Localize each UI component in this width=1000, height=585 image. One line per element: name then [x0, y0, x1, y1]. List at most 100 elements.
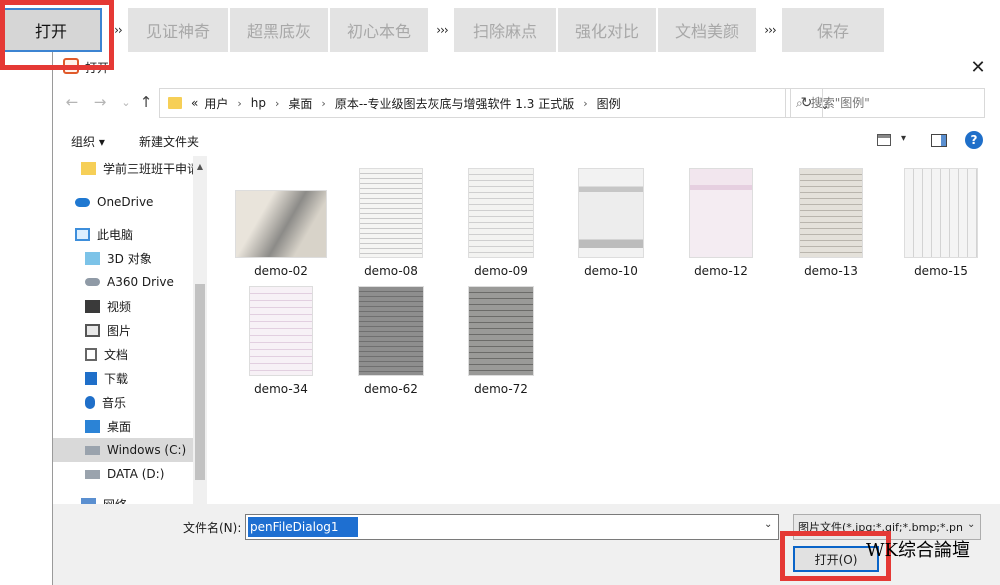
view-options-icon[interactable]	[877, 134, 891, 146]
breadcrumb-separator-icon[interactable]: ›	[583, 97, 587, 110]
navigation-row: ← → ⌄ ↑ « 用户 › hp › 桌面 › 原本--专业级图去灰底与增强软…	[53, 86, 1000, 118]
more-icon[interactable]: ›››	[758, 8, 782, 52]
breadcrumb-app-folder[interactable]: 原本--专业级图去灰底与增强软件 1.3 正式版	[335, 95, 574, 112]
file-item[interactable]: demo-08	[341, 168, 441, 284]
nav-item-label: 学前三班班干申请	[103, 161, 200, 176]
chevron-down-icon[interactable]: ⌄	[764, 519, 772, 530]
nav-item-onedrive[interactable]: OneDrive	[75, 190, 211, 214]
help-icon[interactable]: ?	[965, 131, 983, 149]
filename-input[interactable]	[248, 517, 358, 537]
breadcrumb-overflow[interactable]: «	[191, 96, 198, 110]
forward-button[interactable]: →	[89, 90, 111, 114]
file-name: demo-10	[584, 264, 638, 278]
file-item[interactable]: demo-02	[231, 168, 331, 284]
file-thumbnail	[468, 286, 534, 376]
file-thumbnail	[468, 168, 534, 258]
file-thumbnail	[904, 168, 978, 258]
close-button[interactable]: ✕	[961, 54, 995, 80]
nav-scrollbar[interactable]: ▲ ▼	[193, 156, 207, 552]
nav-item-label: 3D 对象	[107, 251, 152, 266]
picture-icon	[85, 323, 100, 337]
search-input[interactable]	[810, 96, 961, 110]
cloud-icon	[75, 197, 90, 207]
app-toolbar: 打开 ››› 见证神奇 超黑底灰 初心本色 ››› 扫除麻点 强化对比 文档美颜…	[0, 0, 1000, 52]
up-button[interactable]: ↑	[135, 90, 157, 114]
organize-button[interactable]: 组织 ▾	[71, 133, 105, 150]
file-thumbnail	[235, 190, 327, 258]
recent-locations-button[interactable]: ⌄	[115, 90, 137, 114]
toolbar-item-beautify[interactable]: 文档美颜	[658, 8, 756, 52]
filename-field[interactable]	[245, 514, 779, 540]
toolbar-item-original-color[interactable]: 初心本色	[330, 8, 428, 52]
nav-item-label: Windows (C:)	[107, 443, 187, 457]
nav-item-label: 图片	[107, 323, 132, 338]
breadcrumb-separator-icon[interactable]: ›	[275, 97, 279, 110]
open-button[interactable]: 打开	[0, 8, 102, 52]
document-icon	[85, 347, 97, 361]
open-file-dialog: 打开 ✕ ← → ⌄ ↑ « 用户 › hp › 桌面 › 原本--专业级图去灰…	[52, 52, 1000, 585]
file-item[interactable]: demo-12	[671, 168, 771, 284]
filetype-value: 图片文件(*.jpg;*.gif;*.bmp;*.pn	[798, 521, 963, 534]
disk-icon	[85, 445, 100, 455]
file-list: demo-02 demo-08 demo-09 demo-10 demo-12 …	[219, 160, 995, 550]
breadcrumb-examples[interactable]: 图例	[597, 95, 621, 112]
close-icon: ✕	[970, 56, 986, 78]
command-bar: 组织 ▾ 新建文件夹 ▾ ?	[53, 126, 1000, 156]
file-item[interactable]: demo-62	[341, 286, 441, 402]
toolbar-item-magic[interactable]: 见证神奇	[128, 8, 228, 52]
file-name: demo-62	[364, 382, 418, 396]
nav-item-label: 此电脑	[97, 227, 134, 242]
breadcrumb-hp[interactable]: hp	[251, 96, 266, 110]
scroll-thumb[interactable]	[195, 284, 205, 480]
toolbar-item-save[interactable]: 保存	[782, 8, 884, 52]
nav-item-label: A360 Drive	[107, 275, 174, 289]
more-icon[interactable]: ›››	[104, 8, 128, 52]
disk-icon	[85, 469, 100, 479]
file-item[interactable]: demo-10	[561, 168, 661, 284]
desktop-icon	[85, 419, 100, 433]
nav-item-label: 音乐	[102, 395, 127, 410]
nav-item-folder[interactable]: 学前三班班干申请	[81, 156, 211, 180]
file-item[interactable]: demo-15	[891, 168, 991, 284]
breadcrumb-users[interactable]: 用户	[204, 95, 228, 112]
chevron-down-icon[interactable]: ⌄	[967, 519, 975, 530]
toolbar-item-contrast[interactable]: 强化对比	[558, 8, 656, 52]
dialog-title: 打开	[85, 61, 110, 75]
search-icon: ⌕	[796, 95, 803, 110]
scroll-up-icon[interactable]: ▲	[194, 160, 206, 172]
view-dropdown-icon[interactable]: ▾	[901, 133, 906, 144]
nav-item-windows-c[interactable]: Windows (C:)	[53, 438, 193, 462]
file-name: demo-02	[254, 264, 308, 278]
file-thumbnail	[689, 168, 753, 258]
open-button-label: 打开	[34, 22, 67, 41]
filename-label: 文件名(N):	[183, 521, 242, 535]
back-button[interactable]: ←	[61, 90, 83, 114]
cube-icon	[85, 251, 100, 265]
file-name: demo-12	[694, 264, 748, 278]
breadcrumb-desktop[interactable]: 桌面	[288, 95, 312, 112]
new-folder-button[interactable]: 新建文件夹	[139, 133, 199, 150]
navigation-pane: 学前三班班干申请 OneDrive 此电脑 3D 对象 A360 Drive 视…	[53, 156, 211, 552]
nav-item-label: 桌面	[107, 419, 132, 434]
breadcrumb-separator-icon[interactable]: ›	[321, 97, 325, 110]
download-icon	[85, 371, 97, 385]
nav-item-label: OneDrive	[97, 195, 154, 209]
file-item[interactable]: demo-34	[231, 286, 331, 402]
file-item[interactable]: demo-09	[451, 168, 551, 284]
address-bar[interactable]: « 用户 › hp › 桌面 › 原本--专业级图去灰底与增强软件 1.3 正式…	[159, 88, 830, 118]
up-arrow-icon: ↑	[139, 93, 153, 111]
file-name: demo-72	[474, 382, 528, 396]
nav-item-this-pc[interactable]: 此电脑	[75, 222, 211, 246]
file-item[interactable]: demo-72	[451, 286, 551, 402]
breadcrumb-separator-icon[interactable]: ›	[237, 97, 241, 110]
dialog-title-bar: 打开 ✕	[53, 52, 1000, 82]
file-item[interactable]: demo-13	[781, 168, 881, 284]
more-icon[interactable]: ›››	[430, 8, 454, 52]
file-thumbnail	[358, 286, 424, 376]
toolbar-item-remove-spots[interactable]: 扫除麻点	[454, 8, 556, 52]
file-name: demo-34	[254, 382, 308, 396]
toolbar-item-black-gray[interactable]: 超黑底灰	[230, 8, 328, 52]
preview-pane-icon[interactable]	[931, 134, 947, 147]
file-name: demo-09	[474, 264, 528, 278]
search-box[interactable]: ⌕	[785, 88, 985, 118]
